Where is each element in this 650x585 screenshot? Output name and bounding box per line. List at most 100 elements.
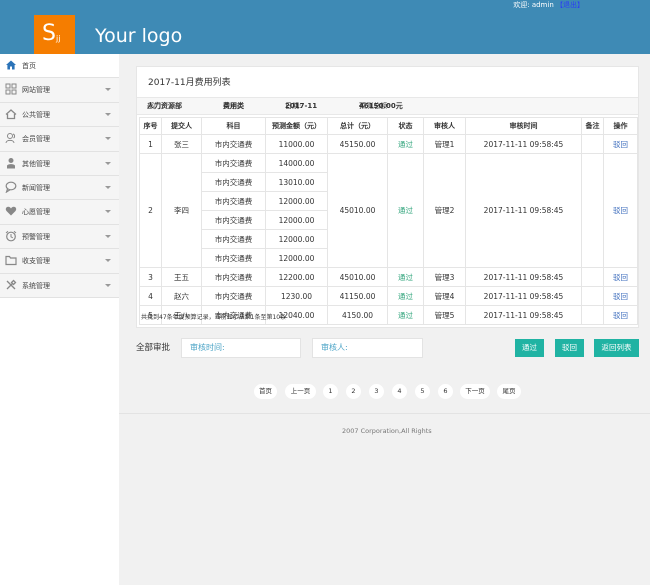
page-first[interactable]: 首页 [254, 384, 277, 399]
cell-submitter: 李四 [161, 153, 202, 268]
col-header: 序号 [139, 117, 162, 135]
cell-total: 45010.00 [327, 267, 388, 287]
cell-amount: 11000.00 [265, 134, 328, 154]
page-number[interactable]: 1 [323, 384, 338, 399]
cell-amount: 12000.00 [265, 248, 328, 268]
chevron-down-icon [105, 283, 111, 287]
page-number[interactable]: 5 [415, 384, 430, 399]
col-header: 操作 [603, 117, 638, 135]
sidebar-item-label: 首页 [22, 62, 36, 70]
cell-note [581, 134, 604, 154]
cell-amount: 12200.00 [265, 267, 328, 287]
cell-time: 2017-11-11 09:58:45 [465, 286, 582, 306]
cell-note [581, 305, 604, 325]
chevron-down-icon [105, 161, 111, 165]
cell-no: 2 [139, 153, 162, 268]
date-summary: 日期: 2017-11 [285, 98, 317, 114]
logo-sub: jj [56, 34, 61, 43]
reject-link[interactable]: 驳回 [613, 273, 628, 282]
tools-icon [5, 279, 17, 291]
username: admin [531, 1, 554, 9]
logo-badge[interactable]: S jj [34, 15, 75, 54]
chevron-down-icon [105, 210, 111, 214]
home-icon [5, 59, 17, 71]
col-header: 提交人 [161, 117, 202, 135]
cell-action: 驳回 [603, 134, 638, 154]
sidebar-item-label: 会员管理 [22, 135, 50, 144]
col-header: 预测金额（元） [265, 117, 328, 135]
sidebar-item-label: 网站管理 [22, 86, 50, 95]
reject-link[interactable]: 驳回 [613, 292, 628, 301]
sidebar-item-system[interactable]: 系统管理 [0, 273, 119, 298]
top-header: S jj Your logo 欢迎: admin 【退出】 [0, 0, 650, 54]
sidebar-item-label: 收支管理 [22, 257, 50, 266]
chevron-down-icon [105, 185, 111, 189]
cell-total: 45010.00 [327, 153, 388, 268]
reject-link[interactable]: 驳回 [613, 140, 628, 149]
sidebar-item-home[interactable]: 首页 [0, 54, 119, 79]
dept-label: 部门: [147, 102, 164, 110]
sidebar-item-website[interactable]: 网站管理 [0, 78, 119, 103]
col-header: 审核时间 [465, 117, 582, 135]
page-next[interactable]: 下一页 [460, 384, 490, 399]
sidebar-item-members[interactable]: 会员管理 [0, 127, 119, 152]
expense-list-card: 2017-11月费用列表 部门: 人力资源部 类别: 费用类 日期: 2017-11 … [136, 66, 639, 328]
cell-status: 通过 [387, 134, 424, 154]
page-number[interactable]: 3 [369, 384, 384, 399]
cell-amount: 12000.00 [265, 229, 328, 249]
reject-link[interactable]: 驳回 [613, 311, 628, 320]
cell-status: 通过 [387, 286, 424, 306]
sidebar-item-alerts[interactable]: 预警管理 [0, 224, 119, 250]
table-row: 4 赵六 市内交通费 1230.00 41150.00 通过 管理4 2017-… [139, 286, 638, 306]
page-title: 2017-11月费用列表 [148, 78, 231, 88]
cell-status: 通过 [387, 305, 424, 325]
sidebar-item-label: 系统管理 [22, 281, 50, 290]
logo-letter: S [42, 21, 56, 46]
review-time-input[interactable]: 审核时间: [181, 338, 301, 358]
page-prev[interactable]: 上一页 [285, 384, 316, 399]
sidebar-item-label: 其他管理 [22, 159, 50, 168]
chevron-down-icon [105, 88, 111, 92]
back-to-list-button[interactable]: 返回列表 [594, 339, 639, 357]
date-label: 日期: [285, 102, 302, 110]
sidebar-item-news[interactable]: 新闻管理 [0, 175, 119, 201]
cell-reviewer: 管理3 [423, 267, 466, 287]
cell-submitter: 张三 [161, 134, 202, 154]
cell-total: 4150.00 [327, 305, 388, 325]
sidebar-item-other[interactable]: 其他管理 [0, 151, 119, 176]
cell-no: 1 [139, 134, 162, 154]
cell-reviewer: 管理1 [423, 134, 466, 154]
cell-subject: 市内交通费 [201, 267, 266, 287]
cell-time: 2017-11-11 09:58:45 [465, 305, 582, 325]
cell-action: 驳回 [603, 153, 638, 268]
logout-link[interactable]: 【退出】 [556, 1, 584, 9]
page-number[interactable]: 6 [438, 384, 453, 399]
expense-table: 序号 提交人 科目 预测金额（元） 总计（元） 状态 审核人 审核时间 备注 操… [139, 117, 638, 325]
cell-reviewer: 管理5 [423, 305, 466, 325]
chevron-down-icon [105, 137, 111, 141]
cell-time: 2017-11-11 09:58:45 [465, 134, 582, 154]
sidebar-item-finance[interactable]: 收支管理 [0, 249, 119, 274]
chat-icon [5, 181, 17, 194]
reject-button[interactable]: 驳回 [555, 339, 584, 357]
cell-subject: 市内交通费 [201, 172, 266, 192]
sidebar-item-label: 预警管理 [22, 232, 50, 241]
reviewer-input[interactable]: 审核人: [312, 338, 423, 358]
table-row: 2 李四 市内交通费 14000.00 45010.00 通过 管理2 2017… [139, 153, 638, 268]
cell-total: 45150.00 [327, 134, 388, 154]
sidebar-item-public[interactable]: 公共管理 [0, 102, 119, 128]
sidebar-item-label: 公共管理 [22, 110, 50, 119]
page-number[interactable]: 2 [346, 384, 361, 399]
cell-note [581, 153, 604, 268]
pass-button[interactable]: 通过 [515, 339, 544, 357]
sidebar-item-wishes[interactable]: 心愿管理 [0, 200, 119, 225]
reject-link[interactable]: 驳回 [613, 206, 628, 215]
page-number[interactable]: 4 [392, 384, 407, 399]
page-last[interactable]: 尾页 [497, 384, 521, 399]
cell-subject: 市内交通费 [201, 134, 266, 154]
house-icon [5, 108, 17, 120]
cell-action: 驳回 [603, 305, 638, 325]
sidebar-item-label: 新闻管理 [22, 183, 50, 192]
total-label: 预测总额: [359, 102, 390, 110]
cell-amount: 14000.00 [265, 153, 328, 173]
